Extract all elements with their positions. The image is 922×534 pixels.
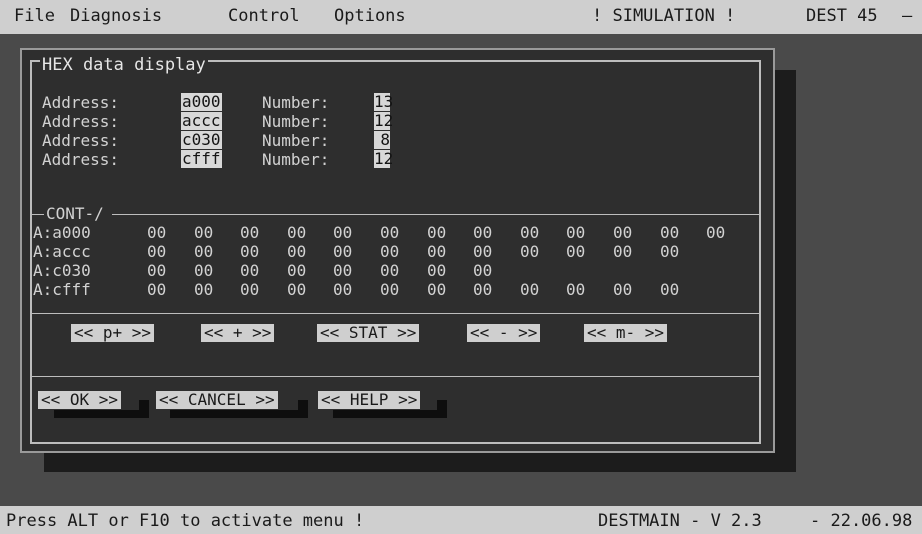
help-button[interactable]: << HELP >>: [318, 391, 421, 409]
hex-byte: 00: [613, 280, 633, 299]
cancel-button[interactable]: << CANCEL >>: [156, 391, 278, 409]
menu-control[interactable]: Control: [228, 6, 300, 26]
number-field[interactable]: 12: [374, 112, 393, 130]
hex-byte: 00: [287, 223, 307, 242]
address-label: Address:: [42, 112, 120, 131]
hex-byte: 00: [240, 261, 260, 280]
ok-button[interactable]: << OK >>: [38, 391, 122, 409]
hex-byte: 00: [660, 280, 680, 299]
hex-byte: 00: [380, 223, 400, 242]
status-hint: Press ALT or F10 to activate menu !: [6, 511, 365, 531]
ok-button-shadow: [54, 410, 148, 418]
address-field[interactable]: a000: [181, 93, 222, 111]
hex-byte: 00: [287, 242, 307, 261]
hex-byte: 00: [194, 280, 214, 299]
address-field[interactable]: c030: [181, 131, 222, 149]
hex-byte: 00: [427, 223, 447, 242]
hex-byte: 00: [147, 223, 167, 242]
hex-byte: 00: [427, 261, 447, 280]
hex-byte: 00: [287, 261, 307, 280]
device-label: DEST 45: [806, 6, 878, 26]
hex-byte: 00: [194, 261, 214, 280]
menu-file[interactable]: File: [14, 6, 55, 26]
minus-button[interactable]: << - >>: [467, 324, 541, 342]
help-button-shadow: [333, 410, 447, 418]
hex-byte: 00: [427, 280, 447, 299]
help-button-shadow: [437, 400, 447, 418]
hex-byte: 00: [473, 261, 493, 280]
hex-byte: 00: [660, 223, 680, 242]
hex-byte: 00: [613, 242, 633, 261]
number-field[interactable]: 13: [374, 93, 393, 111]
hex-row-label: A:c030: [33, 261, 91, 280]
hex-byte: 00: [287, 280, 307, 299]
cont-divider-left: [32, 214, 44, 215]
address-label: Address:: [42, 131, 120, 150]
cancel-button-shadow: [298, 400, 308, 418]
number-label: Number:: [262, 93, 330, 112]
hex-byte: 00: [147, 280, 167, 299]
hex-byte: 00: [660, 242, 680, 261]
hex-byte: 00: [380, 242, 400, 261]
hex-byte: 00: [240, 280, 260, 299]
hex-byte: 00: [194, 223, 214, 242]
simulation-indicator: ! SIMULATION !: [592, 6, 736, 26]
hex-byte: 00: [566, 223, 586, 242]
hex-row-label: A:accc: [33, 242, 91, 261]
hex-byte: 00: [333, 261, 353, 280]
plus-button[interactable]: << + >>: [201, 324, 275, 342]
cont-label: CONT-/: [46, 204, 104, 223]
hex-byte: 00: [333, 280, 353, 299]
status-bar: Press ALT or F10 to activate menu ! DEST…: [0, 506, 922, 534]
number-label: Number:: [262, 131, 330, 150]
dialog-title: HEX data display: [40, 55, 208, 75]
ok-button-shadow: [139, 400, 149, 418]
cont-divider: [112, 214, 759, 215]
hex-byte: 00: [566, 280, 586, 299]
hex-byte: 00: [520, 242, 540, 261]
hex-byte: 00: [473, 223, 493, 242]
status-date: - 22.06.98: [810, 511, 913, 531]
hex-byte: 00: [520, 223, 540, 242]
number-field[interactable]: 8: [374, 131, 390, 149]
hex-byte: 00: [473, 280, 493, 299]
hex-byte: 00: [613, 223, 633, 242]
hex-byte: 00: [520, 280, 540, 299]
address-label: Address:: [42, 93, 120, 112]
menu-bar: File Diagnosis Control Options ! SIMULAT…: [0, 0, 922, 34]
cancel-button-shadow: [170, 410, 308, 418]
hex-byte: 00: [380, 261, 400, 280]
address-label: Address:: [42, 150, 120, 169]
menu-diagnosis[interactable]: Diagnosis: [70, 6, 162, 26]
hex-row-label: A:a000: [33, 223, 91, 242]
hex-byte: 00: [147, 261, 167, 280]
hex-byte: 00: [706, 223, 726, 242]
number-label: Number:: [262, 150, 330, 169]
stat-button[interactable]: << STAT >>: [317, 324, 420, 342]
hex-byte: 00: [333, 223, 353, 242]
hex-byte: 00: [240, 223, 260, 242]
menu-dash: —: [902, 6, 913, 26]
menu-options[interactable]: Options: [334, 6, 406, 26]
hex-byte: 00: [473, 242, 493, 261]
hex-byte: 00: [147, 242, 167, 261]
hex-byte: 00: [194, 242, 214, 261]
address-field[interactable]: cfff: [181, 150, 222, 168]
page-minus-button[interactable]: << m- >>: [584, 324, 668, 342]
divider-nav-top: [32, 313, 759, 314]
hex-row-label: A:cfff: [33, 280, 91, 299]
hex-byte: 00: [240, 242, 260, 261]
hex-byte: 00: [380, 280, 400, 299]
divider-actions-top: [32, 376, 759, 377]
hex-byte: 00: [566, 242, 586, 261]
number-label: Number:: [262, 112, 330, 131]
address-field[interactable]: accc: [181, 112, 222, 130]
hex-byte: 00: [333, 242, 353, 261]
number-field[interactable]: 12: [374, 150, 393, 168]
program-version: DESTMAIN - V 2.3: [598, 511, 762, 531]
hex-byte: 00: [427, 242, 447, 261]
page-plus-button[interactable]: << p+ >>: [71, 324, 155, 342]
